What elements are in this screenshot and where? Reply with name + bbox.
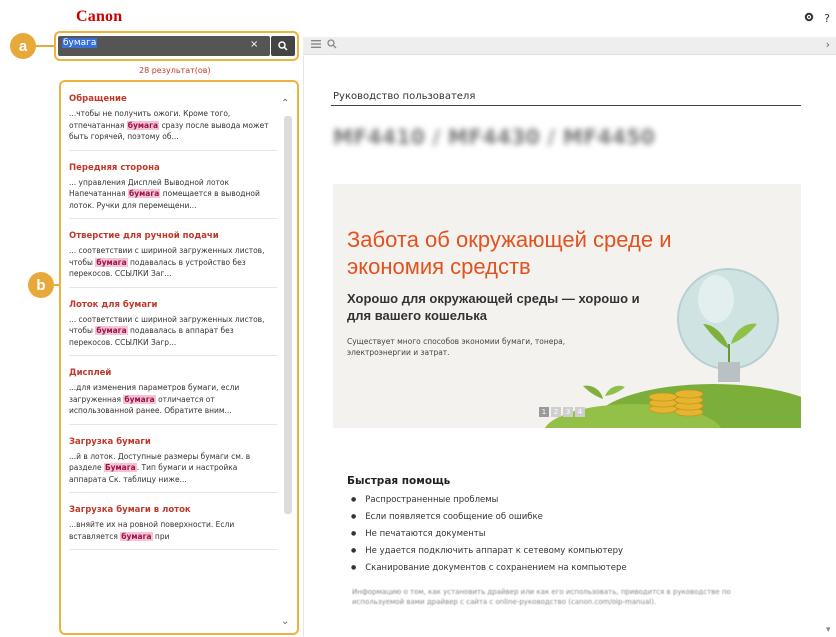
result-title[interactable]: Загрузка бумаги	[69, 437, 277, 447]
scroll-thumb[interactable]	[284, 116, 292, 514]
quick-help-link[interactable]: Не удается подключить аппарат к сетевому…	[351, 543, 627, 560]
banner-page-button[interactable]: 1	[539, 407, 549, 417]
search-box: бумага ×	[58, 36, 270, 56]
result-snippet: ...вняйте их на ровной поверхности. Если…	[69, 519, 277, 542]
result-title[interactable]: Лоток для бумаги	[69, 300, 277, 310]
question-icon[interactable]: ?	[824, 12, 830, 25]
result-title[interactable]: Загрузка бумаги в лоток	[69, 505, 277, 515]
quick-help-link[interactable]: Сканирование документов с сохранением на…	[351, 560, 626, 577]
banner-text: Существует много способов экономии бумаг…	[347, 337, 566, 357]
result-snippet: ...для изменения параметров бумаги, если…	[69, 382, 277, 417]
title-rule	[331, 105, 801, 106]
pane-divider[interactable]	[303, 56, 304, 637]
snippet-highlight: бумага	[95, 257, 128, 267]
result-snippet: ...чтобы не получить ожоги. Кроме того, …	[69, 108, 277, 143]
result-snippet: ... соответствии с шириной загруженных л…	[69, 314, 277, 349]
quick-help-list: Распространенные проблемыЕсли появляется…	[351, 492, 627, 577]
results-list: Обращение ...чтобы не получить ожоги. Кро…	[69, 90, 277, 558]
content-scroll-down-icon[interactable]: ▾	[826, 625, 831, 635]
search-results-panel: Обращение ...чтобы не получить ожоги. Кро…	[59, 80, 299, 635]
banner-page-button[interactable]: 2	[551, 407, 561, 417]
banner-page-button[interactable]: 3	[563, 407, 573, 417]
guide-title: Руководство пользователя	[333, 91, 476, 102]
callout-a-line	[36, 45, 54, 47]
result-item[interactable]: Лоток для бумаги ... соответствии с ширин…	[69, 296, 277, 356]
search-input[interactable]: бумага	[60, 38, 248, 54]
callout-b: b	[28, 272, 54, 298]
result-title[interactable]: Обращение	[69, 94, 277, 104]
chevron-right-icon[interactable]: ›	[826, 38, 830, 51]
banner-pager: 1234	[539, 407, 585, 417]
search-button[interactable]	[271, 36, 295, 56]
quick-help-link[interactable]: Распространенные проблемы	[351, 492, 627, 509]
quick-help-link[interactable]: Если появляется сообщение об ошибке	[351, 509, 627, 526]
list-icon[interactable]	[311, 39, 321, 52]
results-count: 28 результат(ов)	[139, 66, 211, 75]
banner-page-button[interactable]: 4	[575, 407, 585, 417]
result-snippet: ... соответствии с шириной загруженных л…	[69, 245, 277, 280]
banner-subtitle: Хорошо для окружающей среды — хорошо и д…	[347, 291, 640, 323]
banner-title: Забота об окружающей среде и экономия ср…	[347, 227, 672, 279]
quick-help-title: Быстрая помощь	[347, 475, 451, 487]
result-item[interactable]: Обращение ...чтобы не получить ожоги. Кро…	[69, 90, 277, 151]
eco-banner[interactable]: Забота об окружающей среде и экономия ср…	[333, 184, 801, 428]
snippet-highlight: Бумага	[103, 463, 137, 472]
search-icon	[278, 41, 288, 51]
clear-search-icon[interactable]: ×	[250, 39, 258, 50]
result-item[interactable]: Загрузка бумаги в лоток ...вняйте их на р…	[69, 501, 277, 550]
snippet-after: при	[152, 531, 170, 541]
snippet-highlight: бумага	[128, 189, 161, 198]
result-title[interactable]: Отверстие для ручной подачи	[69, 231, 277, 241]
quick-help-link[interactable]: Не печатаются документы	[351, 526, 627, 543]
result-item[interactable]: Дисплей ...для изменения параметров бумаг…	[69, 364, 277, 425]
results-scrollbar[interactable]: ⌃ ⌄	[281, 88, 293, 629]
top-icons: ?	[804, 12, 830, 25]
result-title[interactable]: Дисплей	[69, 368, 277, 378]
toolbar-search-icon[interactable]	[327, 39, 337, 52]
scroll-up-icon[interactable]: ⌃	[281, 98, 289, 109]
gear-icon[interactable]	[804, 12, 814, 25]
result-item[interactable]: Отверстие для ручной подачи ... соответст…	[69, 227, 277, 288]
snippet-highlight: бумага	[123, 394, 156, 404]
result-title[interactable]: Передняя сторона	[69, 163, 277, 173]
model-title: MF4410 / MF4430 / MF4450	[333, 125, 656, 149]
result-snippet: ... управления Дисплей Выводной лоток На…	[69, 177, 277, 212]
quick-help-note: Информацию о том, как установить драйвер…	[352, 588, 731, 606]
snippet-highlight: бумага	[126, 120, 160, 130]
result-item[interactable]: Передняя сторона ... управления Дисплей В…	[69, 159, 277, 219]
snippet-highlight: бумага	[95, 326, 128, 335]
canon-logo: Canon	[76, 8, 123, 25]
result-item[interactable]: Загрузка бумаги ...й в лоток. Доступные р…	[69, 433, 277, 493]
scroll-down-icon[interactable]: ⌄	[281, 616, 289, 627]
search-input-value: бумага	[62, 38, 98, 48]
content-scrollbar[interactable]: ▾	[826, 56, 836, 637]
result-snippet: ...й в лоток. Доступные размеры бумаги с…	[69, 451, 277, 486]
snippet-highlight: бумага	[120, 531, 153, 541]
content-toolbar: ›	[303, 37, 836, 55]
callout-a: a	[10, 33, 36, 59]
